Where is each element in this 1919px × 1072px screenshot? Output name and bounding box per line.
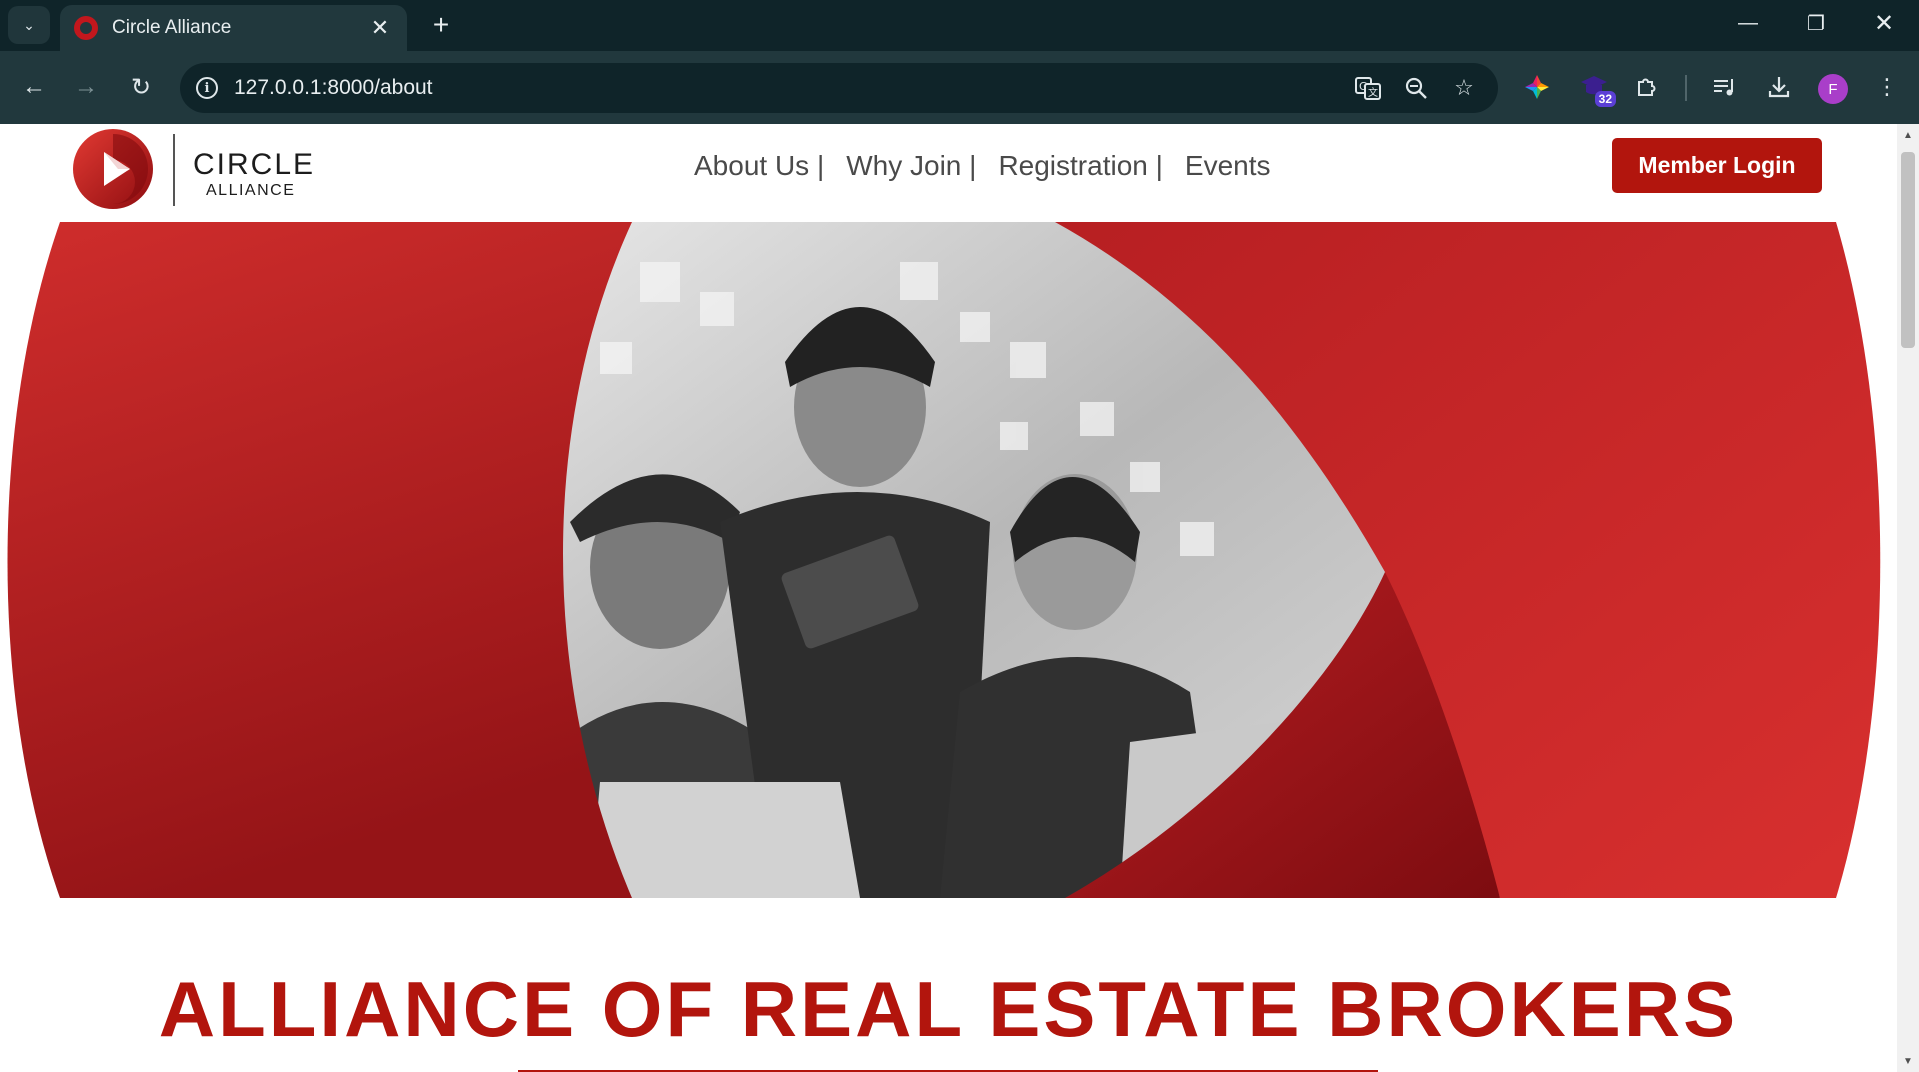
translate-icon[interactable]: G文: [1350, 70, 1386, 106]
toolbar-divider: [1685, 75, 1687, 101]
extension-badge-count: 32: [1594, 91, 1616, 107]
bookmark-star-icon[interactable]: ☆: [1446, 70, 1482, 106]
browser-tab-strip: ⌄ Circle Alliance ✕ + — ❐ ✕: [0, 0, 1919, 51]
page-scrollbar[interactable]: ▲ ▼: [1897, 124, 1919, 1072]
site-favicon-icon: [74, 16, 98, 40]
scrollbar-thumb[interactable]: [1901, 152, 1915, 348]
address-bar[interactable]: i 127.0.0.1:8000/about G文 ☆: [180, 63, 1498, 113]
nav-events[interactable]: Events: [1185, 150, 1271, 182]
reload-icon[interactable]: ↻: [121, 67, 161, 107]
media-control-icon[interactable]: [1705, 67, 1745, 107]
back-arrow-icon[interactable]: ←: [14, 67, 54, 107]
browser-toolbar: ← → ↻ i 127.0.0.1:8000/about G文 ☆ 32 ⋮: [0, 51, 1919, 124]
member-login-button[interactable]: Member Login: [1612, 138, 1822, 193]
page-headline: ALLIANCE OF REAL ESTATE BROKERS: [158, 965, 1739, 1053]
hero-banner: [7, 222, 1881, 898]
minimize-icon[interactable]: —: [1714, 0, 1782, 46]
zoom-icon[interactable]: [1398, 70, 1434, 106]
tab-search-icon[interactable]: ⌄: [8, 6, 50, 44]
close-tab-icon[interactable]: ✕: [367, 15, 393, 41]
restore-icon[interactable]: ❐: [1782, 0, 1850, 46]
scroll-up-icon[interactable]: ▲: [1902, 130, 1914, 142]
tab-title: Circle Alliance: [112, 17, 232, 38]
logo-text-alliance: ALLIANCE: [206, 182, 296, 199]
url-text[interactable]: 127.0.0.1:8000/about: [234, 76, 1338, 100]
nav-why-join[interactable]: Why Join |: [846, 150, 976, 182]
close-window-icon[interactable]: ✕: [1850, 0, 1918, 46]
new-tab-button[interactable]: +: [424, 8, 458, 42]
logo-divider: [173, 134, 175, 206]
site-logo[interactable]: CIRCLE ALLIANCE: [72, 128, 313, 209]
nav-registration[interactable]: Registration |: [998, 150, 1162, 182]
site-info-icon[interactable]: i: [196, 77, 218, 99]
extension-32-icon[interactable]: 32: [1574, 67, 1616, 107]
menu-kebab-icon[interactable]: ⋮: [1867, 67, 1907, 107]
browser-tab-active[interactable]: Circle Alliance ✕: [60, 5, 407, 51]
hero-red-shape-left: [7, 222, 632, 898]
scroll-down-icon[interactable]: ▼: [1902, 1056, 1914, 1068]
profile-avatar[interactable]: F: [1818, 74, 1848, 104]
svg-text:文: 文: [1368, 86, 1378, 99]
logo-text-circle: CIRCLE: [193, 148, 316, 181]
extensions-puzzle-icon[interactable]: [1627, 67, 1667, 107]
nav-about-us[interactable]: About Us |: [694, 150, 824, 182]
page-viewport: CIRCLE ALLIANCE About Us | Why Join | Re…: [0, 124, 1897, 1072]
download-icon[interactable]: [1759, 67, 1799, 107]
color-wheel-extension-icon[interactable]: [1517, 67, 1557, 107]
main-nav: About Us | Why Join | Registration | Eve…: [694, 150, 1293, 182]
forward-arrow-icon[interactable]: →: [66, 67, 106, 107]
circle-logo-icon: [73, 129, 153, 209]
